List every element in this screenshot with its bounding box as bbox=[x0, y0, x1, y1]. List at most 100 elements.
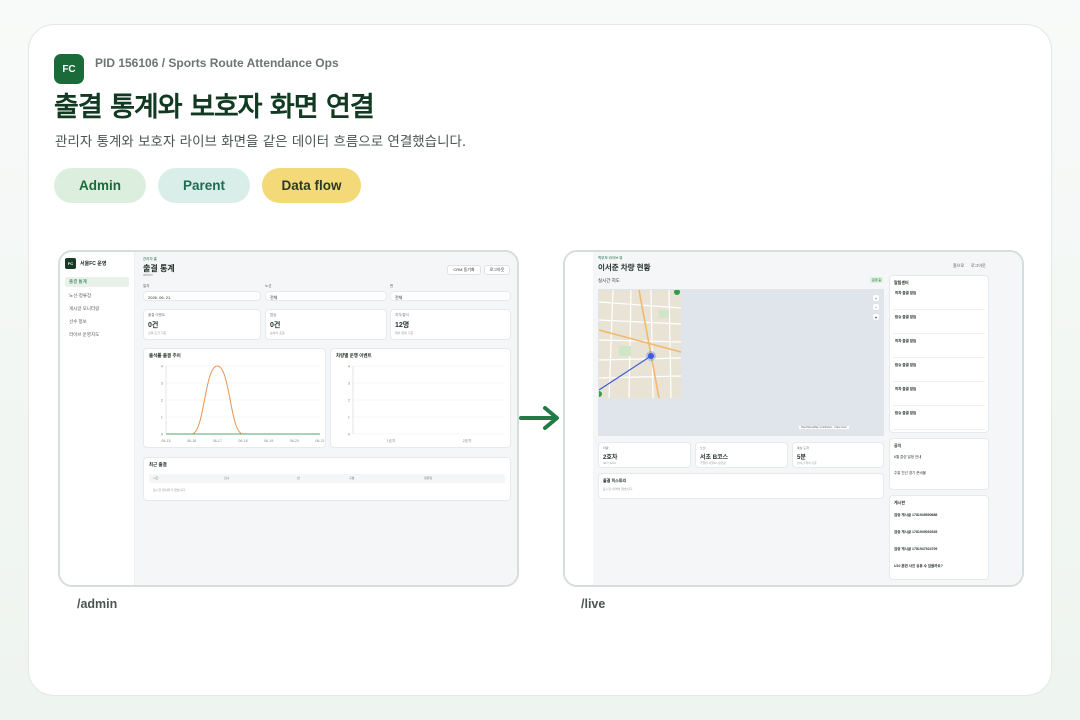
stat-value: 12명 bbox=[395, 322, 410, 329]
stat-card-boarding: 탑승 0건 승하차 포함 bbox=[265, 309, 387, 340]
y-tick-label: 2 bbox=[348, 398, 351, 403]
board-card: 게시판 검증 게시글 1781949590688 검증 게시글 17819490… bbox=[889, 495, 989, 580]
vehicle-events-card: 차량별 운행 이벤트 0 1 2 3 4 1호차 2호차 bbox=[330, 348, 511, 448]
filter-date-value: 2026. 06. 21. bbox=[148, 294, 172, 300]
page-title: 출결 통계와 보호자 화면 연결 bbox=[54, 92, 375, 123]
live-map[interactable]: + − ⌖ OpenStreetMap contributors · https… bbox=[598, 289, 884, 436]
chart-title: 차량별 운행 이벤트 bbox=[336, 353, 372, 358]
x-tick-label: 06-19 bbox=[264, 439, 273, 443]
card-note: 주말반 서울FC 정류장 bbox=[700, 461, 726, 465]
stat-label: 출결 이벤트 bbox=[148, 313, 166, 317]
sidebar-item-posts[interactable]: 게시글 모니터링 bbox=[69, 306, 99, 312]
sidebar-item-stats[interactable]: 출결 통계 bbox=[65, 277, 129, 287]
tag-pills: Admin Parent Data flow bbox=[54, 168, 361, 203]
zoom-in-button[interactable]: + bbox=[872, 294, 880, 302]
admin-page-sub: admin bbox=[143, 273, 153, 277]
filter-route-select[interactable]: 전체 bbox=[265, 291, 387, 301]
pill-admin[interactable]: Admin bbox=[54, 168, 146, 203]
project-id: PID 156106 / Sports Route Attendance Ops bbox=[95, 56, 339, 70]
y-tick-label: 0 bbox=[161, 432, 164, 437]
stat-label: 탑승 bbox=[270, 313, 277, 317]
fc-logo: FC bbox=[54, 54, 84, 84]
home-link[interactable]: 홈으로 bbox=[953, 263, 964, 269]
col-player: 선수 bbox=[224, 476, 230, 480]
board-post[interactable]: 검증 게시글 1781947524709 bbox=[894, 547, 937, 552]
alert-item[interactable]: 탑승 출결 알림 bbox=[893, 312, 985, 334]
alert-item[interactable]: 하차 출결 알림 bbox=[893, 384, 985, 406]
filter-route-label: 노선 bbox=[265, 284, 272, 288]
stat-card-events: 출결 이벤트 0건 선택 조건 기준 bbox=[143, 309, 261, 340]
live-screenshot: 학부모 라이브 뷰 이서준 차량 현황 홈으로 로그아웃 실시간 지도 운행 중 bbox=[563, 250, 1024, 587]
y-tick-label: 2 bbox=[161, 398, 164, 403]
card-label: 노선 bbox=[700, 446, 706, 450]
x-tick-label: 06-18 bbox=[238, 439, 247, 443]
card-value: 서초 B코스 bbox=[700, 455, 729, 461]
map-label: 실시간 지도 bbox=[598, 278, 620, 283]
map-attribution: OpenStreetMap contributors · https://osm bbox=[799, 426, 849, 429]
board-post[interactable]: 검증 게시글 1781949590688 bbox=[894, 513, 937, 518]
eta-card: 예상 도착 5분 실시간 위치 기준 bbox=[792, 442, 884, 468]
stat-value: 0건 bbox=[270, 322, 281, 329]
live-gutter bbox=[565, 252, 593, 585]
y-tick-label: 1 bbox=[161, 415, 164, 420]
notice-item[interactable]: 주말 친선 경기 준비물 bbox=[894, 471, 926, 476]
card-note: 46가 1234 bbox=[603, 461, 616, 465]
x-tick-label: 06-20 bbox=[290, 439, 299, 443]
logout-button[interactable]: 로그아웃 bbox=[484, 265, 510, 275]
stat-value: 0건 bbox=[148, 322, 159, 329]
logout-link[interactable]: 로그아웃 bbox=[971, 263, 986, 269]
admin-sidebar: FC 서울FC 운영 출결 통계 노선·정류장 게시글 모니터링 선수 정보 라… bbox=[60, 252, 135, 585]
zoom-out-button[interactable]: − bbox=[872, 303, 880, 311]
board-post[interactable]: U10 훈련 사진 공유 수 있을까요? bbox=[894, 564, 943, 569]
alert-item-title: 하차 출결 알림 bbox=[895, 387, 917, 391]
y-tick-label: 3 bbox=[161, 381, 164, 386]
presentation-card: FC PID 156106 / Sports Route Attendance … bbox=[28, 24, 1052, 696]
attendance-line-chart: 0 1 2 3 4 06-15 06-16 06-17 06-18 06-19 06-20 06-21 bbox=[161, 364, 325, 444]
col-time: 시간 bbox=[153, 476, 159, 480]
sidebar-item-routes[interactable]: 노선·정류장 bbox=[69, 293, 91, 299]
locate-button[interactable]: ⌖ bbox=[872, 313, 880, 321]
live-page-title: 이서준 차량 현황 bbox=[598, 263, 651, 272]
recent-attendance-card: 최근 출결 시간 선수 반 구분 정류장 표시할 데이터가 없습니다. bbox=[143, 457, 511, 501]
alert-item-title: 탑승 출결 알림 bbox=[895, 315, 917, 319]
crm-sync-button[interactable]: CRM 동기화 bbox=[447, 265, 481, 275]
col-type: 구분 bbox=[349, 476, 355, 480]
stat-note: 제외 항목 기준 bbox=[395, 331, 414, 335]
alert-title: 알림센터 bbox=[894, 280, 909, 285]
stat-card-absence: 지각/결석 12명 제외 항목 기준 bbox=[390, 309, 511, 340]
pill-data-flow[interactable]: Data flow bbox=[262, 168, 361, 203]
sidebar-item-live-map[interactable]: 라이브 운영지도 bbox=[69, 332, 99, 338]
notice-title: 공지 bbox=[894, 443, 902, 448]
alert-item[interactable]: 하차 출결 알림 bbox=[893, 288, 985, 310]
alert-item[interactable]: 탑승 출결 알림 bbox=[893, 360, 985, 382]
live-eyebrow: 학부모 라이브 뷰 bbox=[598, 256, 623, 260]
map-tiles bbox=[599, 290, 682, 399]
pill-parent[interactable]: Parent bbox=[158, 168, 250, 203]
card-note: 실시간 위치 기준 bbox=[797, 461, 817, 465]
filter-class-select[interactable]: 전체 bbox=[390, 291, 511, 301]
notice-item[interactable]: 6월 훈련 일정 안내 bbox=[894, 455, 921, 460]
stat-note: 선택 조건 기준 bbox=[148, 331, 167, 335]
alert-item-title: 하차 출결 알림 bbox=[895, 291, 917, 295]
x-tick-label: 06-16 bbox=[187, 439, 196, 443]
alert-item[interactable]: 하차 출결 알림 bbox=[893, 336, 985, 358]
card-label: 예상 도착 bbox=[797, 446, 809, 450]
table-empty: 표시할 데이터가 없습니다. bbox=[153, 488, 186, 492]
alert-item-title: 하차 출결 알림 bbox=[895, 339, 917, 343]
filter-date-input[interactable]: 2026. 06. 21. bbox=[143, 291, 261, 301]
x-tick-label: 06-21 bbox=[315, 439, 324, 443]
vehicle-bar-chart: 0 1 2 3 4 1호차 2호차 bbox=[348, 364, 505, 443]
alert-item-title: 탑승 출결 알림 bbox=[895, 363, 917, 367]
y-tick-label: 3 bbox=[348, 381, 351, 386]
card-value: 2호차 bbox=[603, 455, 618, 461]
history-card: 출결 히스토리 표시할 내역이 없습니다. bbox=[598, 473, 884, 499]
admin-screenshot: FC 서울FC 운영 출결 통계 노선·정류장 게시글 모니터링 선수 정보 라… bbox=[58, 250, 519, 587]
vehicle-card: 차량 2호차 46가 1234 bbox=[598, 442, 691, 468]
notice-card: 공지 6월 훈련 일정 안내 주말 친선 경기 준비물 bbox=[889, 438, 989, 490]
board-post[interactable]: 검증 게시글 1781949092545 bbox=[894, 530, 937, 535]
sidebar-item-players[interactable]: 선수 정보 bbox=[69, 319, 87, 325]
card-label: 차량 bbox=[603, 446, 609, 450]
alert-item[interactable]: 탑승 출결 알림 bbox=[893, 408, 985, 430]
board-title: 게시판 bbox=[894, 500, 906, 505]
x-tick-label: 06-15 bbox=[161, 439, 170, 443]
